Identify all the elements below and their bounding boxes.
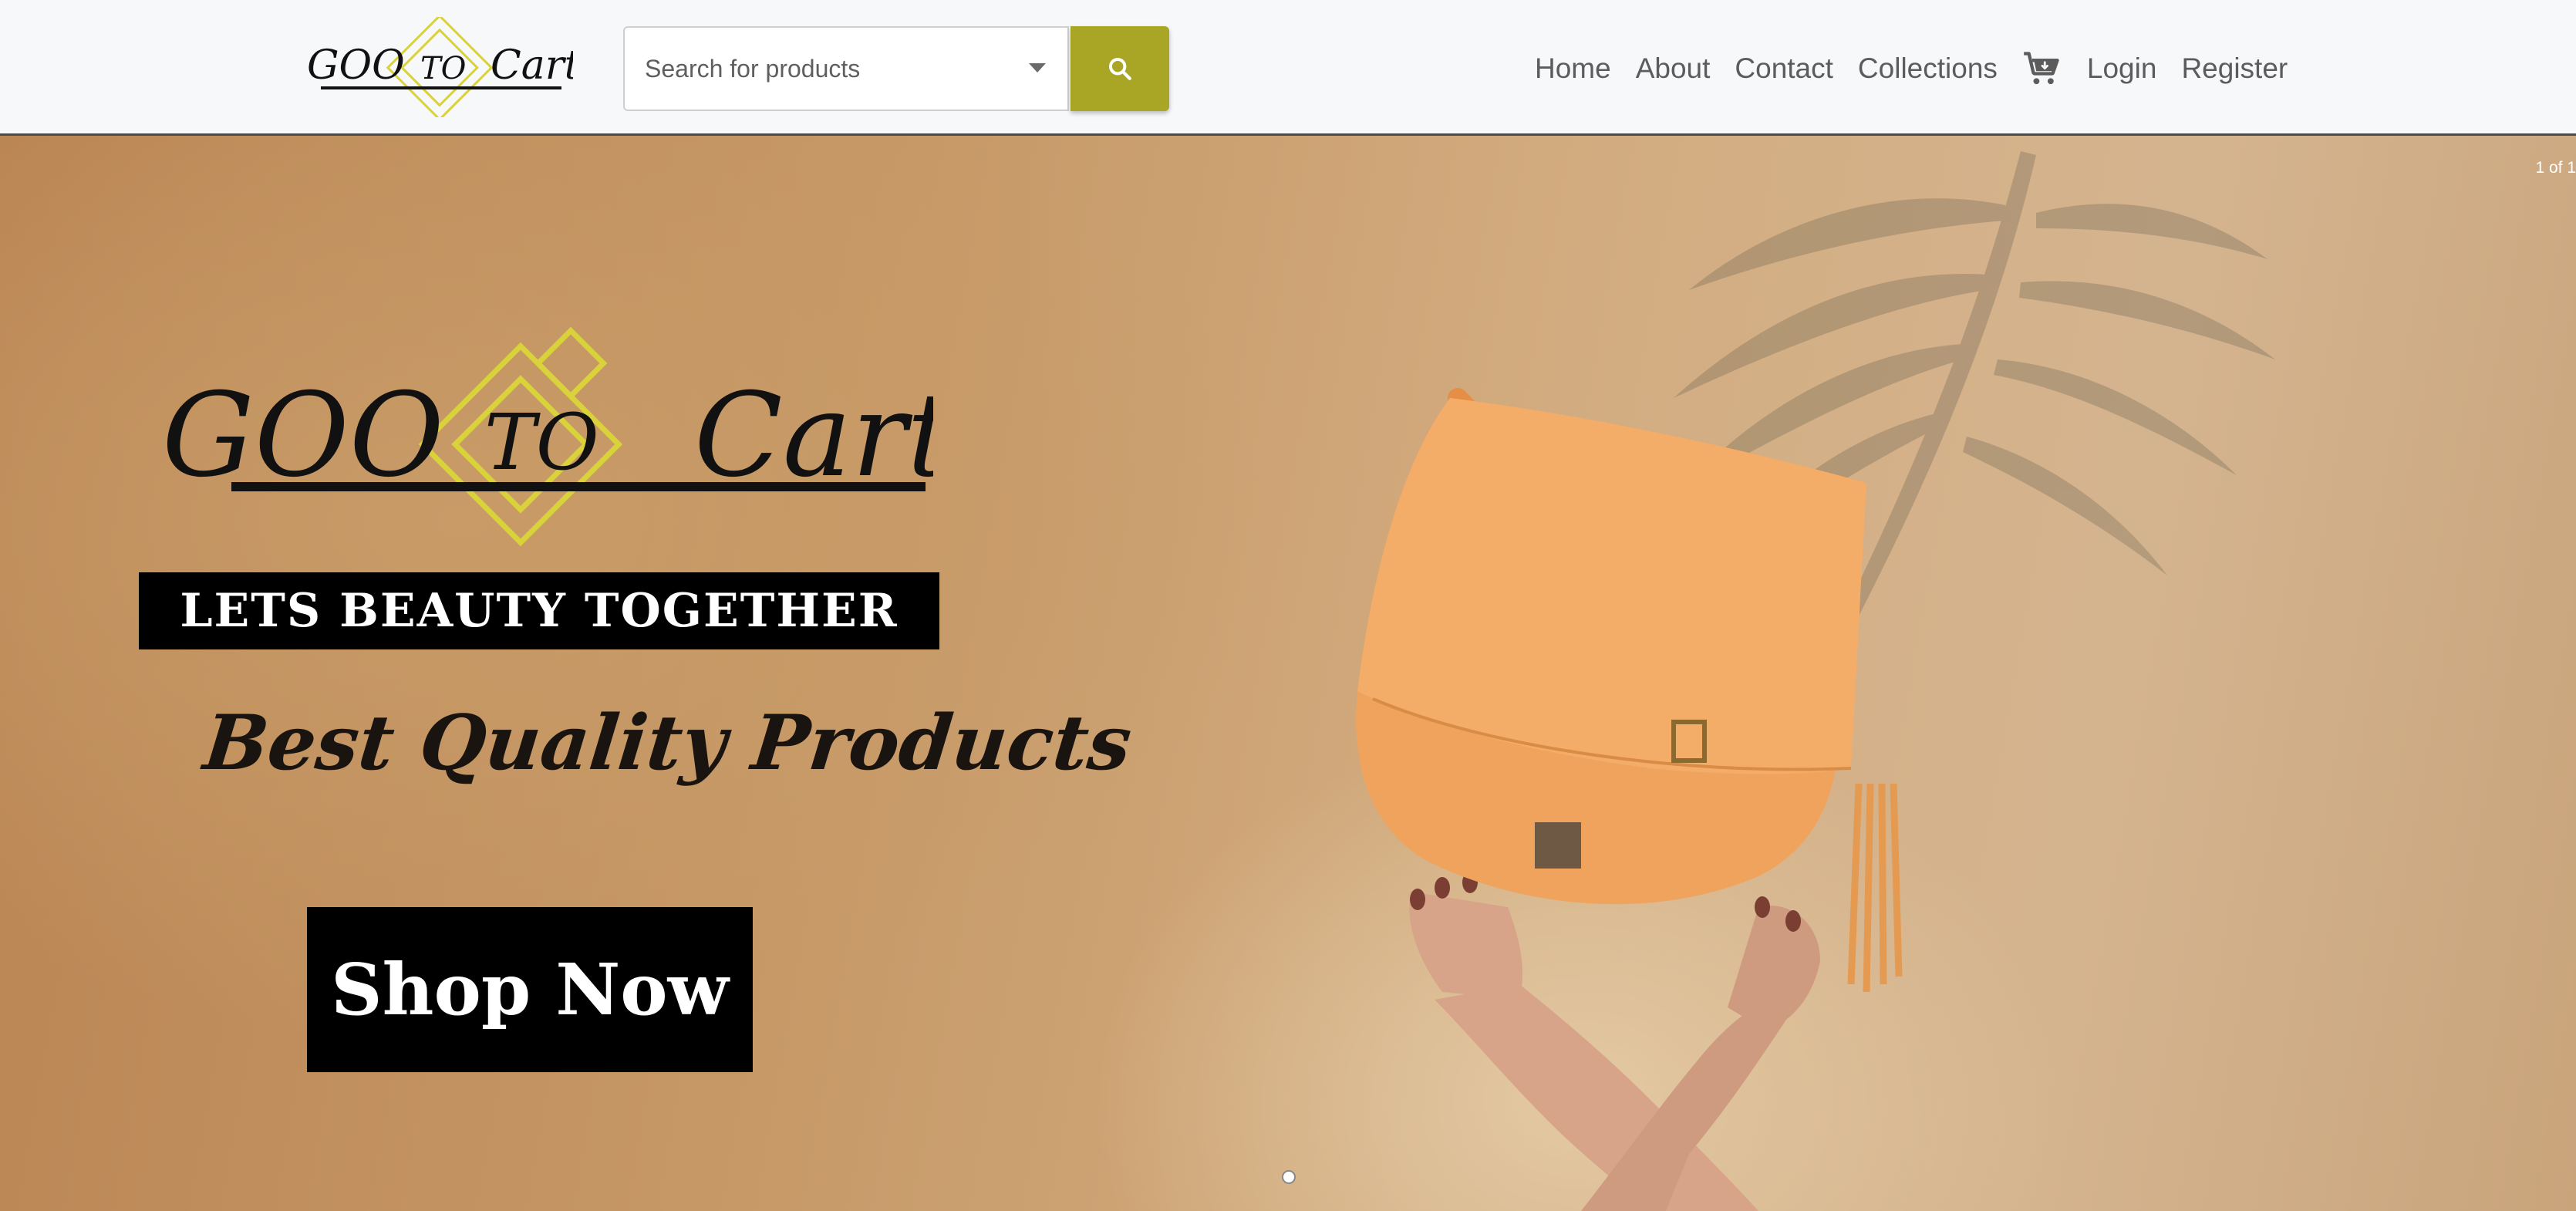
tagline-text: LETS BEAUTY TOGETHER <box>180 584 899 638</box>
svg-text:GOO: GOO <box>162 369 444 503</box>
navbar: GOO TO Cart Home About Contact Collectio… <box>0 0 2576 136</box>
promo-logo: GOO TO Cart <box>162 326 933 547</box>
promo-banner: GOO TO Cart LETS BEAUTY TOGETHER Best Qu… <box>131 298 1135 1077</box>
search-input[interactable] <box>623 26 1069 111</box>
svg-text:Cart: Cart <box>694 369 933 503</box>
shop-now-button[interactable]: Shop Now <box>307 907 753 1072</box>
svg-text:Cart: Cart <box>491 42 573 89</box>
search-bar <box>623 26 1169 111</box>
brand-logo-graphic: GOO TO Cart <box>307 14 581 122</box>
product-image-bag <box>1356 388 1903 1211</box>
svg-text:TO: TO <box>420 51 466 86</box>
search-icon <box>1108 57 1131 80</box>
shop-now-label: Shop Now <box>331 948 729 1031</box>
main-nav: Home About Contact Collections Login Reg… <box>1535 39 2312 99</box>
cart-icon[interactable] <box>2022 49 2062 89</box>
nav-contact[interactable]: Contact <box>1735 52 1833 85</box>
slide-counter: 1 of 1 <box>2535 159 2576 177</box>
carousel-indicator[interactable] <box>1282 1170 1296 1184</box>
nav-home[interactable]: Home <box>1535 52 1611 85</box>
nav-about[interactable]: About <box>1636 52 1711 85</box>
hero-carousel: 1 of 1 GOO TO Cart LETS BEAUTY TOGETHER … <box>0 136 2576 1211</box>
nav-register[interactable]: Register <box>2181 52 2288 85</box>
nav-login[interactable]: Login <box>2087 52 2157 85</box>
svg-text:TO: TO <box>484 397 599 487</box>
tagline-banner: LETS BEAUTY TOGETHER <box>139 572 939 649</box>
brand-logo[interactable]: GOO TO Cart <box>307 14 581 122</box>
nav-collections[interactable]: Collections <box>1858 52 1998 85</box>
search-button[interactable] <box>1071 26 1169 111</box>
svg-text:GOO: GOO <box>307 42 405 89</box>
promo-headline: Best Quality Products <box>199 699 1136 788</box>
dropdown-caret-icon[interactable] <box>1029 63 1046 73</box>
